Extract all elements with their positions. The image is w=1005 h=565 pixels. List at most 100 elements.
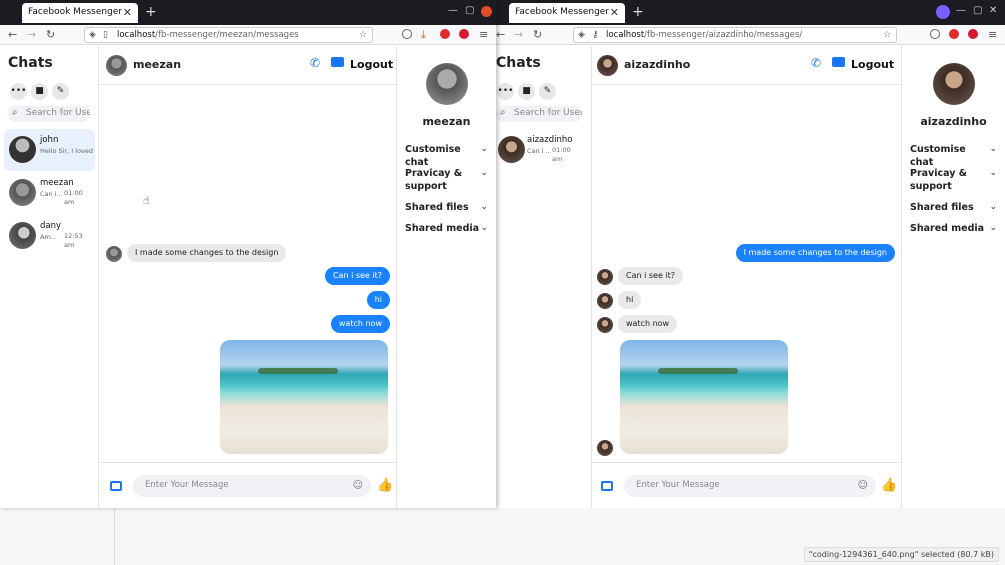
chevron-down-icon[interactable]: ⌄ — [989, 168, 997, 178]
hand-cursor-icon: ☝ — [143, 194, 150, 207]
thumbs-up-icon[interactable]: 👍 — [881, 478, 897, 493]
ellipsis-icon[interactable]: ••• — [497, 83, 514, 100]
emoji-icon[interactable]: ☺ — [858, 480, 868, 491]
close-window-icon[interactable]: ✕ — [989, 5, 997, 16]
shared-media-section[interactable]: Shared media — [910, 222, 990, 235]
logout-button[interactable]: Logout — [851, 58, 894, 71]
chat-contact-name: meezan — [133, 58, 182, 71]
url-host: localhost — [117, 30, 156, 40]
forward-icon[interactable]: → — [27, 28, 36, 41]
divider — [114, 508, 115, 565]
bookmark-star-icon[interactable]: ☆ — [883, 30, 891, 40]
image-message[interactable] — [620, 340, 788, 454]
menu-icon[interactable]: ≡ — [479, 28, 488, 41]
contact-name: aizazdinho — [527, 135, 573, 145]
back-icon[interactable]: ← — [8, 28, 17, 41]
gallery-icon[interactable] — [110, 481, 122, 491]
search-input[interactable]: ⌕ Search for User — [8, 106, 90, 122]
browser-tab[interactable]: Facebook Messenger ✕ — [509, 3, 625, 23]
chat-header: meezan ✆ Logout — [100, 46, 396, 85]
shared-files-section[interactable]: Shared files — [405, 201, 485, 214]
video-icon[interactable]: ■ — [518, 83, 535, 100]
close-window-icon[interactable] — [481, 6, 492, 17]
reload-icon[interactable]: ↻ — [46, 28, 55, 41]
close-tab-icon[interactable]: ✕ — [610, 6, 619, 19]
file-selection-status: "coding-1294361_640.png" selected (80.7 … — [803, 547, 999, 562]
forward-icon[interactable]: → — [514, 28, 523, 41]
message-bubble: hi — [618, 291, 642, 309]
logout-button[interactable]: Logout — [350, 58, 393, 71]
back-icon[interactable]: ← — [496, 28, 505, 41]
video-icon[interactable] — [331, 57, 344, 67]
chevron-down-icon[interactable]: ⌄ — [989, 144, 997, 154]
chevron-down-icon[interactable]: ⌄ — [480, 223, 488, 233]
maximize-icon[interactable]: ▢ — [465, 5, 474, 16]
extension-icon[interactable] — [459, 29, 469, 39]
search-icon: ⌕ — [12, 107, 18, 118]
extension-icon[interactable] — [968, 29, 978, 39]
avatar — [498, 136, 525, 163]
minimize-icon[interactable]: — — [448, 5, 458, 16]
privacy-support-section[interactable]: Pravicay & support — [405, 167, 469, 193]
search-input[interactable]: ⌕ Search for User — [496, 106, 582, 122]
pocket-icon[interactable] — [402, 29, 412, 39]
url-bar[interactable]: ◈ ▯ localhost/fb-messenger/meezan/messag… — [84, 27, 373, 43]
contact-item-aizazdinho[interactable]: aizazdinho Can i ... 01:00 am — [496, 129, 587, 171]
chevron-down-icon[interactable]: ⌄ — [480, 202, 488, 212]
gallery-icon[interactable] — [601, 481, 613, 491]
avatar — [597, 55, 618, 76]
customise-chat-section[interactable]: Customise chat — [910, 143, 990, 169]
privacy-support-section[interactable]: Pravicay & support — [910, 167, 974, 193]
page-icon: ▯ — [103, 30, 108, 40]
compose-icon[interactable]: ✎ — [52, 83, 69, 100]
extension-icon[interactable] — [949, 29, 959, 39]
private-mode-icon — [936, 5, 950, 19]
contact-item-meezan[interactable]: meezan Can i... 01:00 am — [4, 172, 95, 214]
ellipsis-icon[interactable]: ••• — [10, 83, 27, 100]
chat-panel: meezan ✆ Logout I made some changes to t… — [100, 46, 396, 508]
emoji-icon[interactable]: ☺ — [353, 480, 363, 491]
thumbs-up-icon[interactable]: 👍 — [377, 478, 393, 493]
message-bubble: I made some changes to the design — [127, 244, 287, 262]
message-input[interactable]: Enter Your Message ☺ — [133, 475, 371, 497]
chats-sidebar: Chats ••• ■ ✎ ⌕ Search for User aizazdin… — [496, 46, 592, 508]
messenger-app: Chats ••• ■ ✎ ⌕ Search for User aizazdin… — [496, 46, 1005, 508]
section-label: Shared media — [405, 223, 480, 234]
contact-item-john[interactable]: john Hello Sir, I loved y — [4, 129, 95, 171]
contact-item-dany[interactable]: dany Am... 12:53 am — [4, 215, 95, 257]
message-placeholder: Enter Your Message — [145, 480, 229, 490]
image-message[interactable] — [220, 340, 388, 454]
shared-files-section[interactable]: Shared files — [910, 201, 990, 214]
message-list: I made some changes to the design Can i … — [100, 86, 396, 462]
maximize-icon[interactable]: ▢ — [973, 5, 982, 16]
customise-chat-section[interactable]: Customise chat — [405, 143, 485, 169]
message-input[interactable]: Enter Your Message ☺ — [624, 475, 876, 497]
url-bar[interactable]: ◈ ⚷ localhost/fb-messenger/aizazdinho/me… — [573, 27, 897, 43]
chats-sidebar: Chats ••• ■ ✎ ⌕ Search for User john Hel… — [0, 46, 99, 508]
phone-icon[interactable]: ✆ — [811, 56, 821, 70]
browser-tab[interactable]: Facebook Messenger ✕ — [22, 3, 138, 23]
new-tab-icon[interactable]: + — [145, 4, 157, 20]
new-tab-icon[interactable]: + — [632, 4, 644, 20]
phone-icon[interactable]: ✆ — [310, 56, 320, 70]
pocket-icon[interactable] — [930, 29, 940, 39]
info-panel: meezan Customise chat ⌄ Pravicay & suppo… — [396, 46, 496, 508]
section-label: Customise chat — [405, 144, 461, 168]
close-tab-icon[interactable]: ✕ — [123, 6, 132, 19]
video-icon[interactable]: ■ — [31, 83, 48, 100]
nav-bar: ← → ↻ ◈ ⚷ localhost/fb-messenger/aizazdi… — [496, 25, 1005, 45]
shared-media-section[interactable]: Shared media — [405, 222, 485, 235]
compose-icon[interactable]: ✎ — [539, 83, 556, 100]
avatar — [106, 55, 127, 76]
chevron-down-icon[interactable]: ⌄ — [989, 223, 997, 233]
bookmark-star-icon[interactable]: ☆ — [359, 30, 367, 40]
chevron-down-icon[interactable]: ⌄ — [480, 144, 488, 154]
chevron-down-icon[interactable]: ⌄ — [480, 168, 488, 178]
video-icon[interactable] — [832, 57, 845, 67]
extension-icon[interactable] — [440, 29, 450, 39]
download-icon[interactable]: ⤓ — [421, 28, 426, 42]
reload-icon[interactable]: ↻ — [533, 28, 542, 41]
menu-icon[interactable]: ≡ — [988, 28, 997, 41]
chevron-down-icon[interactable]: ⌄ — [989, 202, 997, 212]
minimize-icon[interactable]: — — [956, 5, 966, 16]
